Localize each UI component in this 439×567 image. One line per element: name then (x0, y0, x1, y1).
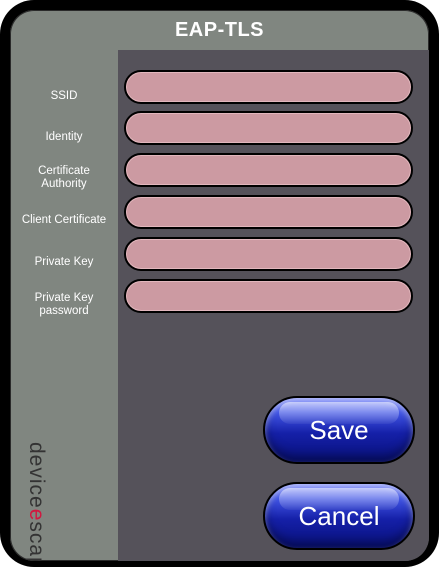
save-button[interactable]: Save (263, 396, 415, 464)
identity-label: Identity (45, 131, 83, 143)
private-key-input[interactable] (124, 237, 413, 271)
certificate-authority-label: Certificate Authority (38, 165, 90, 190)
dialog-title: EAP-TLS (174, 19, 265, 41)
certificate-authority-input[interactable] (124, 153, 413, 187)
device-frame: EAP-TLS SSID Identity Certificate Author… (0, 0, 439, 567)
eap-tls-dialog: EAP-TLS SSID Identity Certificate Author… (10, 10, 429, 561)
label-column: SSID Identity Certificate Authority Clie… (10, 50, 118, 561)
private-key-label: Private Key (34, 256, 94, 268)
client-certificate-input[interactable] (124, 195, 413, 229)
form-panel: Save Cancel (118, 50, 429, 561)
ssid-input[interactable] (124, 70, 413, 104)
cancel-button[interactable]: Cancel (263, 482, 415, 550)
private-key-password-input[interactable] (124, 279, 413, 313)
devicescape-logo: deviceescape® (20, 442, 50, 561)
devicescape-logo-text: deviceescape® (25, 442, 48, 561)
logo-accent-e: e (25, 508, 48, 522)
ssid-label: SSID (50, 90, 78, 102)
private-key-password-label: Private Key password (34, 292, 94, 317)
client-certificate-label: Client Certificate (21, 214, 107, 226)
identity-input[interactable] (124, 111, 413, 145)
